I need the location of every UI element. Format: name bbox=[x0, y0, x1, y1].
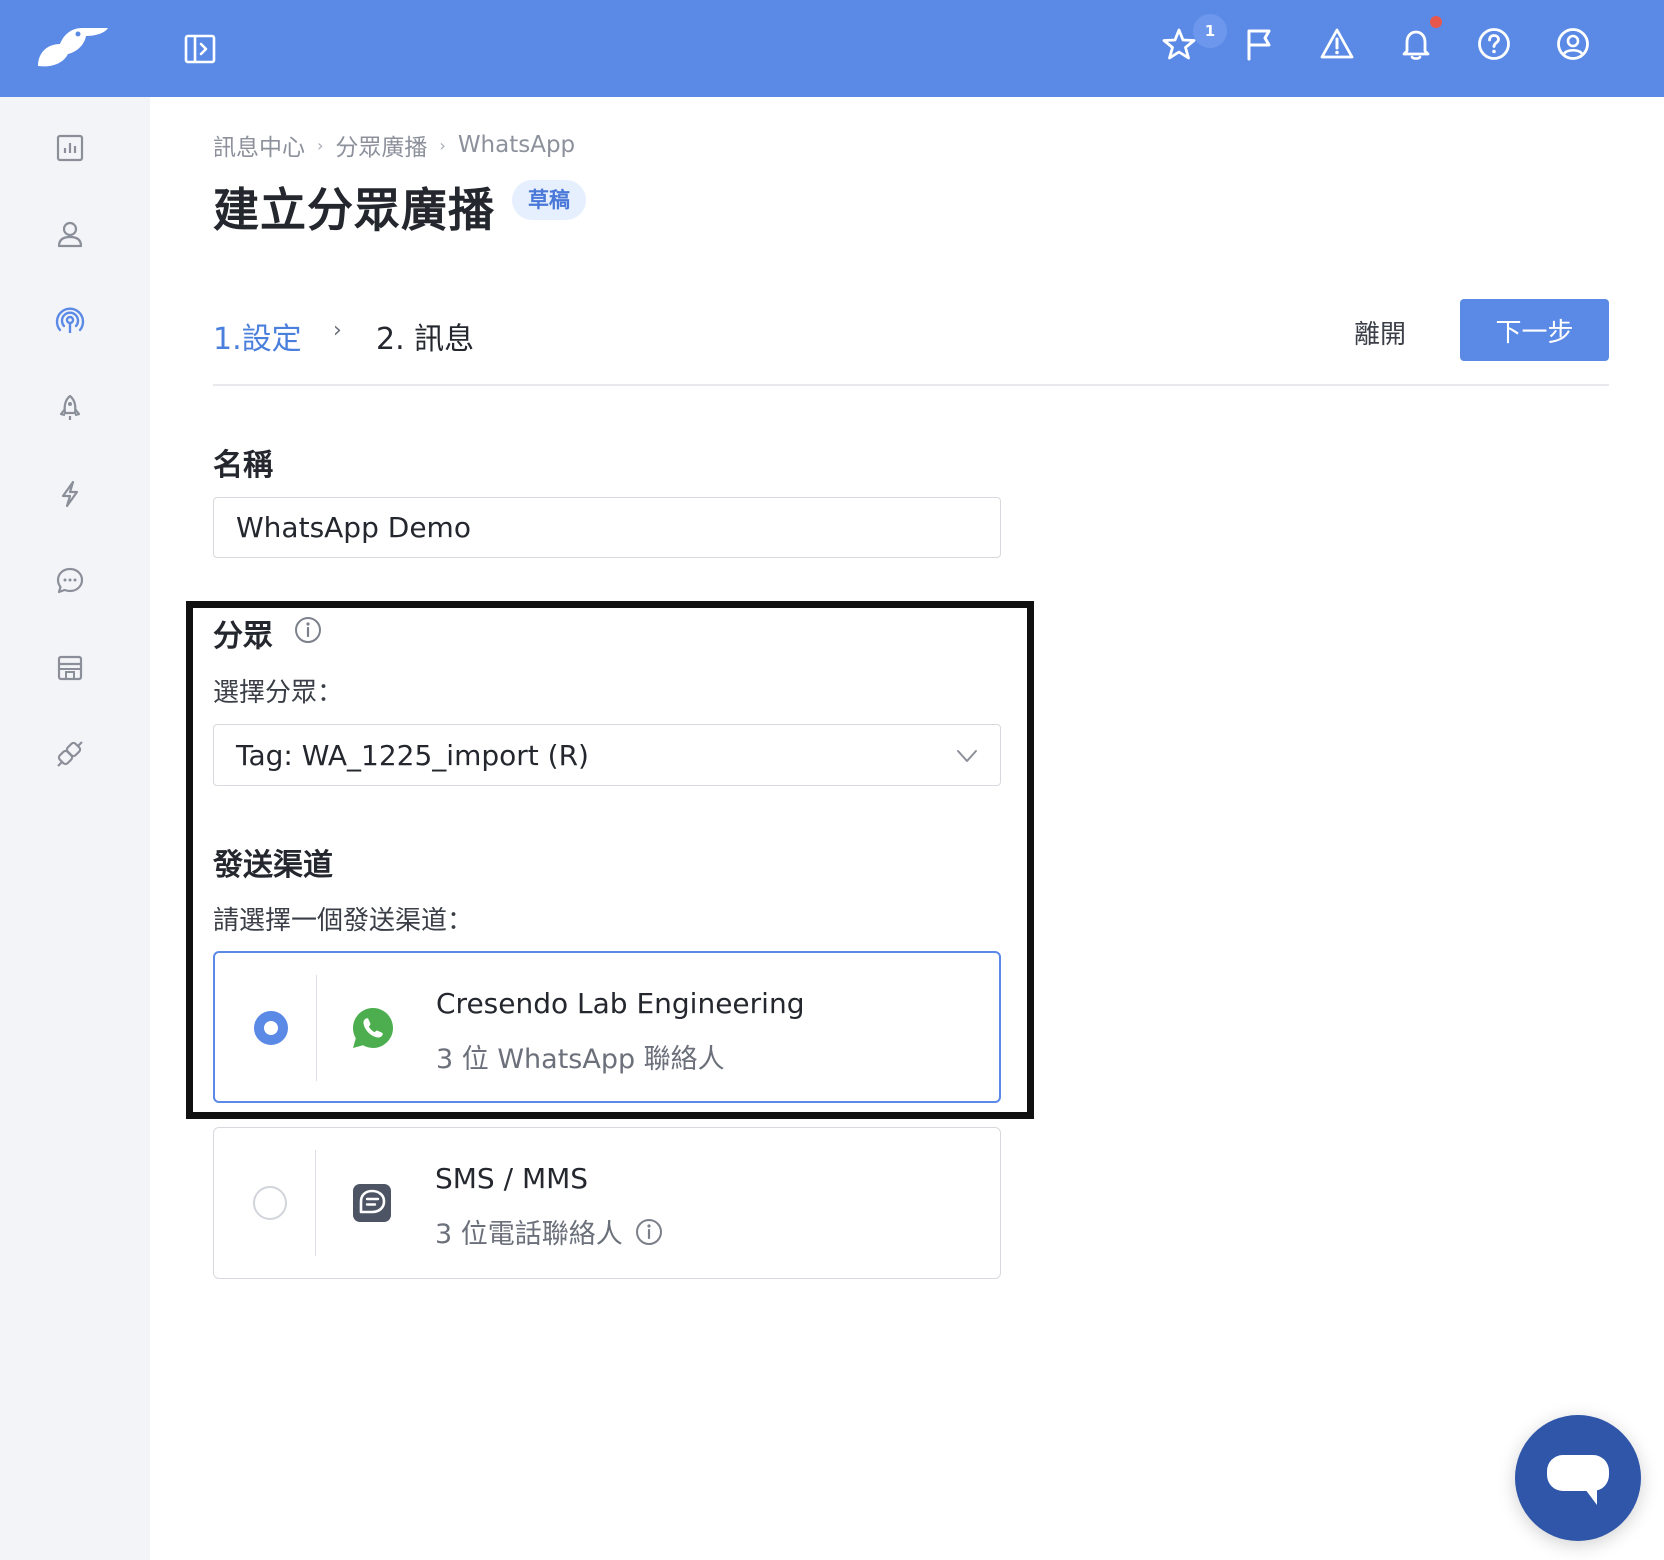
channel-subtitle: 3 位 WhatsApp 聯絡人 bbox=[436, 1037, 725, 1076]
channel-contact-count: 3 位 WhatsApp 聯絡人 bbox=[436, 1044, 725, 1075]
star-icon[interactable] bbox=[1161, 26, 1197, 62]
chat-bubble-icon[interactable] bbox=[55, 566, 85, 596]
left-sidebar bbox=[0, 97, 150, 1560]
star-count-badge: 1 bbox=[1193, 14, 1227, 48]
notification-dot bbox=[1430, 16, 1442, 28]
breadcrumb-segment-broadcast[interactable]: 分眾廣播 bbox=[335, 128, 427, 162]
channel-subtitle: 3 位電話聯絡人 bbox=[435, 1212, 663, 1251]
status-badge: 草稿 bbox=[512, 180, 586, 220]
leave-button[interactable]: 離開 bbox=[1330, 305, 1430, 359]
help-icon[interactable] bbox=[1476, 26, 1512, 62]
top-navigation-bar: 1 bbox=[0, 0, 1664, 97]
channel-option-whatsapp[interactable]: Cresendo Lab Engineering 3 位 WhatsApp 聯絡… bbox=[213, 951, 1001, 1103]
plugin-icon[interactable] bbox=[55, 739, 85, 769]
step-settings[interactable]: 1.設定 bbox=[213, 314, 302, 358]
sms-icon bbox=[349, 1180, 395, 1226]
radio-button-selected[interactable] bbox=[254, 1011, 288, 1045]
segment-label: 分眾 bbox=[213, 619, 273, 654]
chevron-down-icon bbox=[954, 743, 980, 769]
user-icon[interactable] bbox=[55, 219, 85, 249]
account-icon[interactable] bbox=[1555, 26, 1591, 62]
channel-title: Cresendo Lab Engineering bbox=[436, 987, 805, 1020]
info-icon[interactable] bbox=[294, 616, 322, 644]
card-divider bbox=[315, 1150, 316, 1256]
channel-option-sms[interactable]: SMS / MMS 3 位電話聯絡人 bbox=[213, 1127, 1001, 1279]
header-divider bbox=[213, 384, 1609, 386]
channel-select-label: 請選擇一個發送渠道： bbox=[213, 906, 474, 936]
radio-button-unselected[interactable] bbox=[253, 1186, 287, 1220]
broadcast-icon[interactable] bbox=[55, 306, 85, 336]
rocket-icon[interactable] bbox=[55, 393, 85, 423]
breadcrumb-whatsapp: WhatsApp bbox=[457, 132, 576, 158]
breadcrumb-separator-icon: › bbox=[439, 135, 446, 155]
app-logo[interactable] bbox=[34, 22, 110, 72]
segment-dropdown[interactable]: Tag: WA_1225_import (R) bbox=[213, 724, 1001, 786]
chat-support-button[interactable] bbox=[1515, 1415, 1641, 1541]
info-icon[interactable] bbox=[635, 1218, 663, 1246]
breadcrumb: 訊息中心 › 分眾廣播 › WhatsApp bbox=[213, 128, 575, 162]
breadcrumb-message-center[interactable]: 訊息中心 bbox=[213, 128, 305, 162]
next-step-button[interactable]: 下一步 bbox=[1460, 299, 1609, 361]
name-input[interactable] bbox=[213, 497, 1001, 558]
channel-title: SMS / MMS bbox=[435, 1162, 589, 1195]
warning-icon[interactable] bbox=[1319, 26, 1355, 62]
segment-dropdown-value: Tag: WA_1225_import (R) bbox=[236, 739, 589, 772]
channel-label: 發送渠道 bbox=[213, 848, 333, 883]
flag-icon[interactable] bbox=[1241, 26, 1277, 62]
channel-contact-count: 3 位電話聯絡人 bbox=[435, 1219, 623, 1250]
bell-icon[interactable] bbox=[1398, 26, 1434, 62]
store-icon[interactable] bbox=[55, 653, 85, 683]
segment-select-label: 選擇分眾： bbox=[213, 678, 344, 708]
page-title: 建立分眾廣播 bbox=[213, 183, 495, 237]
chat-icon bbox=[1547, 1455, 1609, 1505]
card-divider bbox=[316, 975, 317, 1081]
step-message[interactable]: 2. 訊息 bbox=[376, 314, 474, 358]
lightning-icon[interactable] bbox=[55, 479, 85, 509]
whatsapp-icon bbox=[350, 1005, 396, 1051]
breadcrumb-separator-icon: › bbox=[317, 135, 324, 155]
chart-icon[interactable] bbox=[55, 133, 85, 163]
step-chevron-icon: › bbox=[333, 318, 342, 343]
name-label: 名稱 bbox=[213, 448, 273, 483]
sidebar-toggle-icon[interactable] bbox=[184, 34, 216, 64]
